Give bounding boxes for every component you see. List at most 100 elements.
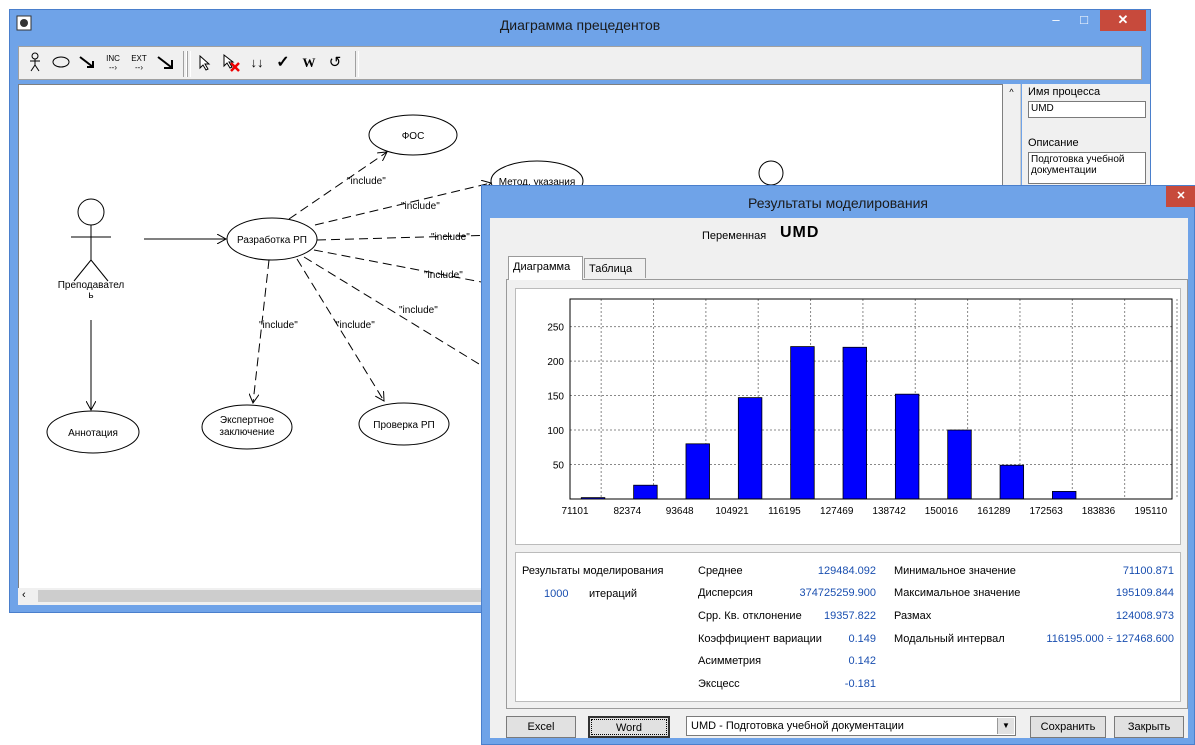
window-title: Диаграмма прецедентов — [499, 17, 661, 33]
variable-label: Переменная — [702, 230, 767, 242]
toolbar: INC --› EXT --› ↓↓ ✓ W ↺ — [18, 46, 1142, 80]
stat-max-value: 195109.844 — [1115, 587, 1174, 599]
usecase-rp-check-label: Проверка РП — [373, 420, 434, 431]
tab-table[interactable]: Таблица — [584, 258, 646, 278]
actor-icon[interactable] — [23, 52, 47, 74]
process-name-field[interactable]: UMD — [1028, 101, 1146, 118]
close-button[interactable]: ✕ — [1100, 10, 1146, 31]
ellipse-icon[interactable] — [49, 52, 73, 74]
usecase-expert-label-2: заключение — [219, 427, 275, 438]
maximize-button[interactable]: □ — [1070, 10, 1098, 31]
scroll-up-icon[interactable]: ^ — [1003, 84, 1020, 97]
x-tick-label: 172563 — [1029, 506, 1063, 517]
stat-modal-label: Модальный интервал — [894, 633, 1005, 645]
variable-select[interactable]: UMD - Подготовка учебной документации ▼ — [686, 716, 1016, 736]
stat-variance-value: 374725259.900 — [799, 587, 876, 599]
histogram-bar — [947, 429, 972, 500]
undo-icon[interactable]: ↺ — [323, 52, 347, 74]
arrow-icon[interactable] — [75, 52, 99, 74]
plot-frame — [569, 298, 1173, 500]
variable-name: UMD — [780, 224, 820, 241]
x-tick-label: 82374 — [613, 506, 641, 517]
include-label: "include" — [401, 201, 440, 212]
title-bar[interactable]: Диаграмма прецедентов – □ ✕ — [10, 10, 1150, 40]
stat-max-label: Максимальное значение — [894, 587, 1021, 599]
close-dialog-button[interactable]: Закрыть — [1114, 716, 1184, 738]
include-label: "include" — [347, 176, 386, 187]
usecase-fos-label: ФОС — [402, 131, 425, 142]
usecase-rp-development-label: Разработка РП — [237, 234, 307, 246]
x-tick-label: 195110 — [1135, 506, 1168, 517]
x-tick-label: 116195 — [768, 506, 801, 517]
histogram-bar — [842, 346, 867, 500]
histogram-bar — [999, 464, 1025, 500]
histogram-bar — [685, 443, 710, 500]
usecase-annotation-label: Аннотация — [68, 428, 118, 439]
include-label: "include" — [424, 270, 463, 281]
y-tick-label: 250 — [547, 323, 564, 334]
include-label: "include" — [336, 320, 375, 331]
x-tick-label: 183836 — [1082, 506, 1116, 517]
check-icon[interactable]: ✓ — [271, 52, 295, 74]
results-close-button[interactable]: ✕ — [1166, 186, 1195, 207]
stat-cv-value: 0.149 — [848, 633, 876, 645]
pointer-icon[interactable] — [193, 52, 217, 74]
histogram-chart: 50 100 150 200 250 71101 82374 93648 104921 11619… — [515, 288, 1181, 545]
histogram-bar — [790, 346, 815, 500]
x-tick-label: 104921 — [715, 506, 749, 517]
histogram-bar — [633, 484, 658, 500]
usecase-expert-label: Экспертное — [220, 415, 275, 426]
excel-button[interactable]: Excel — [506, 716, 576, 738]
description-field[interactable]: Подготовка учебной документации — [1028, 152, 1146, 184]
variable-select-value: UMD - Подготовка учебной документации — [691, 720, 904, 732]
y-tick-label: 100 — [547, 426, 564, 437]
y-tick-label: 150 — [547, 392, 564, 403]
include-icon[interactable]: INC --› — [101, 52, 125, 76]
stat-mean-label: Среднее — [698, 565, 743, 577]
extend-icon[interactable]: EXT --› — [127, 52, 151, 76]
include-label: "include" — [431, 232, 470, 243]
sort-icon[interactable]: ↓↓ — [245, 52, 269, 74]
stats-header: Результаты моделирования — [522, 565, 664, 577]
stat-range-label: Размах — [894, 610, 932, 622]
process-name-label: Имя процесса — [1028, 86, 1101, 98]
stat-skew-value: 0.142 — [848, 655, 876, 667]
stat-variance-label: Дисперсия — [698, 587, 753, 599]
statistics-panel: Результаты моделирования 1000 итераций С… — [515, 552, 1181, 702]
x-tick-label: 138742 — [872, 506, 906, 517]
histogram-bar — [737, 397, 763, 500]
results-window-title: Результаты моделирования — [748, 195, 928, 211]
minimize-button[interactable]: – — [1042, 10, 1070, 31]
description-label: Описание — [1028, 137, 1079, 149]
stat-kurtosis-label: Эксцесс — [698, 678, 740, 690]
generalization-arrow-icon[interactable] — [153, 52, 177, 74]
chevron-down-icon[interactable]: ▼ — [997, 718, 1014, 734]
bottom-bar: Excel Word UMD - Подготовка учебной доку… — [490, 710, 1188, 738]
stat-kurtosis-value: -0.181 — [844, 678, 876, 690]
results-body: Переменная UMD Диаграмма Таблица 50 100 15… — [490, 218, 1188, 738]
save-button[interactable]: Сохранить — [1030, 716, 1106, 738]
stat-range-value: 124008.973 — [1115, 610, 1174, 622]
stat-modal-value: 116195.000 ÷ 127468.600 — [1046, 633, 1174, 645]
stat-min-value: 71100.871 — [1122, 565, 1174, 577]
results-window: Результаты моделирования ✕ Переменная UM… — [481, 185, 1195, 745]
x-tick-label: 150016 — [925, 506, 959, 517]
scroll-left-icon[interactable]: ‹ — [22, 589, 26, 601]
y-tick-label: 200 — [547, 357, 564, 368]
delete-pointer-icon[interactable] — [219, 52, 243, 74]
tab-diagram[interactable]: Диаграмма — [508, 256, 583, 280]
histogram-bar — [1052, 491, 1077, 500]
x-tick-label: 127469 — [820, 506, 854, 517]
word-button[interactable]: Word — [588, 716, 670, 738]
stat-stddev-label: Срр. Кв. отклонение — [698, 610, 802, 622]
histogram-bar — [894, 393, 920, 500]
actor-teacher[interactable] — [71, 198, 111, 282]
tab-panel: 50 100 150 200 250 71101 82374 93648 104921 11619… — [506, 279, 1188, 709]
stat-min-label: Минимальное значение — [894, 565, 1016, 577]
iterations-label: итераций — [589, 588, 638, 600]
word-icon[interactable]: W — [297, 52, 321, 74]
y-tick-label: 50 — [553, 461, 565, 472]
actor-label-2: ь — [88, 290, 93, 301]
include-label: "include" — [259, 320, 298, 331]
x-tick-label: 93648 — [666, 506, 694, 517]
